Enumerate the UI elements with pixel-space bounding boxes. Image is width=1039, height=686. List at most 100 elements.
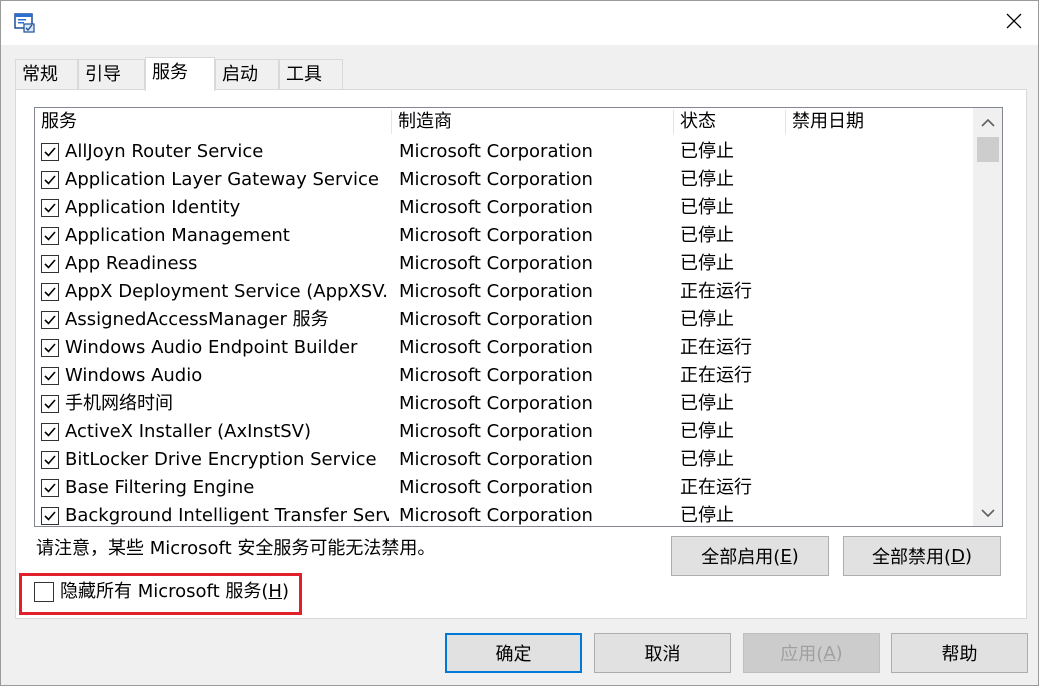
service-manufacturer: Microsoft Corporation [399, 141, 593, 162]
service-checkbox[interactable] [41, 255, 59, 273]
service-checkbox[interactable] [41, 143, 59, 161]
service-name: Background Intelligent Transfer Serv... [65, 505, 389, 526]
list-header: 服务 制造商 状态 禁用日期 [35, 108, 973, 136]
service-name: AppX Deployment Service (AppXSV... [65, 281, 389, 302]
service-status: 已停止 [680, 421, 734, 442]
service-checkbox[interactable] [41, 423, 59, 441]
table-row[interactable]: AllJoyn Router Service Microsoft Corporat… [35, 138, 973, 166]
checkmark-icon [44, 399, 56, 409]
column-header-manufacturer[interactable]: 制造商 [392, 108, 672, 136]
service-checkbox[interactable] [41, 451, 59, 469]
title-bar [1, 1, 1038, 45]
service-checkbox[interactable] [41, 339, 59, 357]
table-row[interactable]: App Readiness Microsoft Corporation 已停止 [35, 250, 973, 278]
enable-all-button[interactable]: 全部启用(E) [671, 536, 829, 576]
service-name: ActiveX Installer (AxInstSV) [65, 421, 312, 442]
service-status: 正在运行 [680, 337, 752, 358]
service-status: 正在运行 [680, 365, 752, 386]
service-status: 正在运行 [680, 477, 752, 498]
service-status: 已停止 [680, 141, 734, 162]
column-header-service[interactable]: 服务 [35, 108, 390, 136]
checkmark-icon [44, 175, 56, 185]
checkmark-icon [44, 427, 56, 437]
hide-microsoft-services-label[interactable]: 隐藏所有 Microsoft 服务(H) [60, 578, 289, 606]
service-checkbox[interactable] [41, 507, 59, 525]
services-list[interactable]: 服务 制造商 状态 禁用日期 AllJoyn Router Service Mic… [34, 107, 1003, 527]
service-manufacturer: Microsoft Corporation [399, 393, 593, 414]
service-manufacturer: Microsoft Corporation [399, 337, 593, 358]
system-configuration-window: 常规 引导 服务 启动 工具 服务 制造商 状态 禁用日期 AllJoyn Ro… [0, 0, 1039, 686]
cancel-button[interactable]: 取消 [594, 633, 731, 673]
service-status: 已停止 [680, 169, 734, 190]
service-checkbox[interactable] [41, 199, 59, 217]
checkmark-icon [44, 287, 56, 297]
service-checkbox[interactable] [41, 171, 59, 189]
disable-all-button[interactable]: 全部禁用(D) [843, 536, 1001, 576]
table-row[interactable]: AppX Deployment Service (AppXSV... Micros… [35, 278, 973, 306]
service-manufacturer: Microsoft Corporation [399, 281, 593, 302]
service-checkbox[interactable] [41, 367, 59, 385]
service-status: 已停止 [680, 505, 734, 526]
table-row[interactable]: Application Identity Microsoft Corporatio… [35, 194, 973, 222]
service-manufacturer: Microsoft Corporation [399, 477, 593, 498]
apply-button[interactable]: 应用(A) [743, 633, 880, 673]
scroll-thumb[interactable] [977, 137, 999, 162]
table-row[interactable]: ActiveX Installer (AxInstSV) Microsoft Co… [35, 418, 973, 446]
service-manufacturer: Microsoft Corporation [399, 449, 593, 470]
tab-startup[interactable]: 启动 [215, 59, 279, 90]
table-row[interactable]: BitLocker Drive Encryption Service Micros… [35, 446, 973, 474]
service-name: Application Layer Gateway Service [65, 169, 379, 190]
services-panel: 服务 制造商 状态 禁用日期 AllJoyn Router Service Mic… [15, 89, 1027, 619]
table-row[interactable]: Base Filtering Engine Microsoft Corporati… [35, 474, 973, 502]
table-row[interactable]: Background Intelligent Transfer Serv... M… [35, 502, 973, 526]
table-row[interactable]: Application Layer Gateway Service Microso… [35, 166, 973, 194]
service-checkbox[interactable] [41, 283, 59, 301]
service-status: 已停止 [680, 225, 734, 246]
msconfig-app-icon [14, 12, 36, 34]
service-status: 正在运行 [680, 281, 752, 302]
tab-general[interactable]: 常规 [15, 59, 78, 90]
table-row[interactable]: Application Management Microsoft Corporat… [35, 222, 973, 250]
checkmark-icon [44, 483, 56, 493]
service-checkbox[interactable] [41, 311, 59, 329]
tab-services[interactable]: 服务 [145, 57, 215, 91]
checkmark-icon [44, 343, 56, 353]
column-header-disabled-date[interactable]: 禁用日期 [786, 108, 971, 136]
service-name: BitLocker Drive Encryption Service [65, 449, 377, 470]
service-name: Windows Audio [65, 365, 203, 386]
tab-tools[interactable]: 工具 [279, 59, 343, 90]
vertical-scrollbar[interactable] [973, 108, 1002, 526]
scroll-up-button[interactable] [973, 108, 1002, 136]
checkmark-icon [44, 147, 56, 157]
service-checkbox[interactable] [41, 227, 59, 245]
service-status: 已停止 [680, 393, 734, 414]
checkmark-icon [44, 231, 56, 241]
security-note: 请注意，某些 Microsoft 安全服务可能无法禁用。 [36, 538, 436, 559]
checkmark-icon [44, 371, 56, 381]
service-checkbox[interactable] [41, 479, 59, 497]
service-manufacturer: Microsoft Corporation [399, 197, 593, 218]
chevron-up-icon [980, 112, 995, 133]
ok-button[interactable]: 确定 [445, 633, 582, 673]
checkmark-icon [44, 315, 56, 325]
table-row[interactable]: 手机网络时间 Microsoft Corporation 已停止 [35, 390, 973, 418]
checkmark-icon [44, 203, 56, 213]
table-row[interactable]: Windows Audio Microsoft Corporation 正在运行 [35, 362, 973, 390]
service-manufacturer: Microsoft Corporation [399, 309, 593, 330]
service-name: AllJoyn Router Service [65, 141, 264, 162]
column-header-status[interactable]: 状态 [674, 108, 784, 136]
tab-boot[interactable]: 引导 [78, 59, 145, 90]
service-name: 手机网络时间 [65, 393, 173, 414]
service-status: 已停止 [680, 449, 734, 470]
scroll-down-button[interactable] [973, 498, 1002, 526]
table-row[interactable]: AssignedAccessManager 服务 Microsoft Corpor… [35, 306, 973, 334]
close-button[interactable] [990, 1, 1038, 45]
service-checkbox[interactable] [41, 395, 59, 413]
service-name: App Readiness [65, 253, 198, 274]
help-button[interactable]: 帮助 [891, 633, 1028, 673]
service-status: 已停止 [680, 309, 734, 330]
service-manufacturer: Microsoft Corporation [399, 365, 593, 386]
table-row[interactable]: Windows Audio Endpoint Builder Microsoft … [35, 334, 973, 362]
hide-microsoft-services-checkbox[interactable] [34, 582, 54, 602]
service-name: Base Filtering Engine [65, 477, 255, 498]
